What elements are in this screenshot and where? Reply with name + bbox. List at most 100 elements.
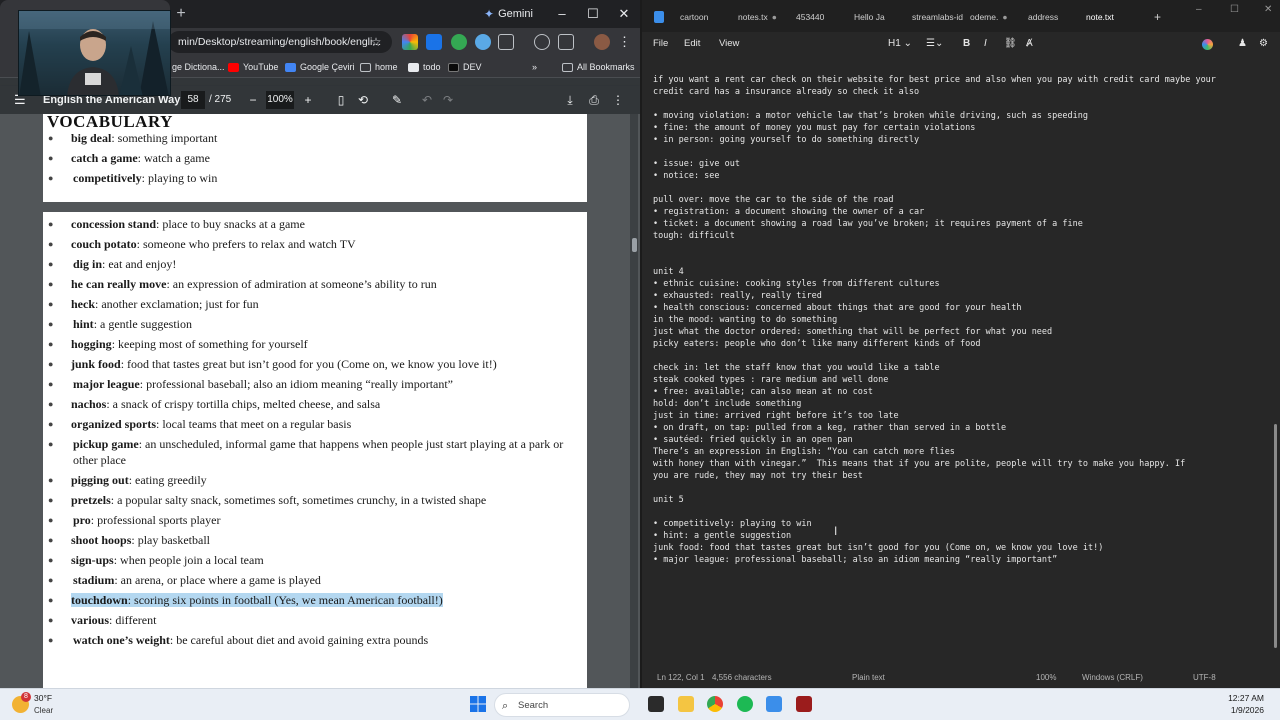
bookmark-star-icon[interactable]: ☆: [366, 32, 386, 52]
vocabulary-definition: : an expression of admiration at someone…: [166, 277, 437, 291]
chrome-close-button[interactable]: ✕: [614, 4, 634, 24]
tab-address[interactable]: address: [1028, 9, 1058, 25]
close-tab-icon[interactable]: ●: [1002, 12, 1007, 22]
undo-icon[interactable]: ↶: [418, 91, 436, 109]
side-panel-icon[interactable]: [558, 34, 574, 50]
bookmark-google-translate[interactable]: Google Çeviri: [285, 59, 355, 75]
bullet-icon: ●: [48, 615, 54, 625]
bullet-icon: ●: [48, 575, 54, 585]
puzzle-extensions-icon[interactable]: [498, 34, 514, 50]
folder-icon: [562, 62, 573, 72]
spotify-icon[interactable]: [737, 696, 753, 712]
settings-gear-icon[interactable]: ⚙: [1259, 36, 1268, 52]
zoom-in-button[interactable]: +: [299, 91, 317, 109]
print-icon[interactable]: ⎙: [585, 91, 603, 109]
chevron-down-icon: ⌄: [903, 38, 912, 49]
taskbar-search-box[interactable]: ⌕ Search: [494, 693, 630, 717]
text-line: unit 5: [653, 495, 684, 505]
extension-icon[interactable]: [402, 34, 418, 50]
menu-file[interactable]: File: [653, 36, 668, 52]
notepad-minimize-button[interactable]: –: [1196, 4, 1202, 16]
notepad-status-bar: Ln 122, Col 1 4,556 characters Plain tex…: [642, 668, 1280, 688]
chrome-menu-icon[interactable]: ⋮: [618, 33, 631, 51]
text-line: picky eaters: people who don’t like many…: [653, 339, 981, 349]
tab-odeme[interactable]: odeme. ●: [970, 9, 1008, 25]
more-options-icon[interactable]: ⋮: [609, 91, 627, 109]
new-tab-button[interactable]: +: [172, 5, 190, 23]
text-line: hold: don’t include something: [653, 399, 802, 409]
vocabulary-term: nachos: [71, 397, 107, 411]
extension-icon[interactable]: [475, 34, 491, 50]
rotate-icon[interactable]: ⟲: [354, 91, 372, 109]
weather-condition[interactable]: Clear: [34, 705, 53, 716]
page-number-input[interactable]: 58: [181, 91, 205, 109]
vocabulary-definition: : place to buy snacks at a game: [156, 217, 305, 231]
bullet-icon: ●: [48, 419, 54, 429]
streamer-person-image: [67, 29, 119, 95]
all-bookmarks-button[interactable]: All Bookmarks: [562, 59, 635, 75]
zoom-level-input[interactable]: 100%: [266, 91, 294, 109]
italic-button[interactable]: I: [984, 36, 987, 52]
bookmark-dev[interactable]: DEV: [448, 59, 482, 75]
add-tab-button[interactable]: +: [1154, 9, 1161, 25]
notepad-maximize-button[interactable]: ☐: [1230, 4, 1239, 16]
download-icon[interactable]: ⤓: [561, 91, 579, 109]
bookmark-youtube[interactable]: YouTube: [228, 59, 278, 75]
redo-icon[interactable]: ↷: [439, 91, 457, 109]
bookmark-dictionary[interactable]: ge Dictiona...: [172, 59, 225, 75]
bookmark-todo[interactable]: todo: [408, 59, 441, 75]
profile-avatar[interactable]: [594, 34, 610, 50]
chrome-minimize-button[interactable]: –: [552, 4, 572, 24]
vocabulary-item: ● hint: a gentle suggestion: [43, 316, 587, 332]
bullet-icon: ●: [48, 153, 54, 163]
tab-453440[interactable]: 453440: [796, 9, 824, 25]
chrome-maximize-button[interactable]: ☐: [583, 4, 603, 24]
pdf-scrollbar[interactable]: [630, 114, 638, 688]
vocabulary-item: ● hogging: keeping most of something for …: [43, 336, 587, 352]
tab-hello[interactable]: Hello Ja: [854, 9, 885, 25]
gemini-icon: ✦: [484, 7, 495, 21]
tab-cartoon[interactable]: cartoon: [680, 9, 708, 25]
shield-extension-icon[interactable]: [451, 34, 467, 50]
zoom-out-button[interactable]: −: [244, 91, 262, 109]
tab-streamlabs[interactable]: streamlabs-id: [912, 9, 963, 25]
task-view-icon[interactable]: [648, 696, 664, 712]
menu-edit[interactable]: Edit: [684, 36, 700, 52]
list-dropdown-icon[interactable]: ☰⌄: [926, 36, 943, 52]
windows-start-icon[interactable]: [470, 696, 486, 712]
tab-note-active[interactable]: note.txt: [1086, 9, 1114, 25]
clock-date[interactable]: 1/9/2026: [1216, 705, 1264, 716]
file-explorer-icon[interactable]: [678, 696, 694, 712]
notepad-close-button[interactable]: ✕: [1264, 4, 1272, 16]
annotate-pen-icon[interactable]: ✎: [388, 91, 406, 109]
text-line: • moving violation: a motor vehicle law …: [653, 111, 1088, 121]
notepad-icon[interactable]: [766, 696, 782, 712]
tab-notes[interactable]: notes.tx ●: [738, 9, 777, 25]
close-tab-icon[interactable]: ●: [772, 12, 777, 22]
clock-time[interactable]: 12:27 AM: [1216, 693, 1264, 704]
gemini-button[interactable]: ✦ Gemini: [484, 6, 533, 22]
notification-badge: 8: [21, 692, 31, 702]
link-icon[interactable]: ⛓: [1004, 36, 1017, 52]
streaming-app-icon[interactable]: [796, 696, 812, 712]
bookmarks-overflow-chevron-icon[interactable]: »: [532, 59, 537, 75]
heading-dropdown[interactable]: H1 ⌄: [888, 36, 912, 52]
vocabulary-term: catch a game: [71, 151, 138, 165]
pdf-scrollbar-thumb[interactable]: [632, 238, 637, 252]
menu-view[interactable]: View: [719, 36, 739, 52]
bookmark-home[interactable]: home: [360, 59, 398, 75]
account-icon[interactable]: ♟: [1238, 36, 1247, 52]
clear-formatting-icon[interactable]: Ⱥ: [1026, 36, 1033, 52]
bold-button[interactable]: B: [963, 36, 970, 52]
extension-icon[interactable]: [426, 34, 442, 50]
chrome-icon[interactable]: [707, 696, 723, 712]
reading-list-icon[interactable]: [534, 34, 550, 50]
copilot-icon[interactable]: [1202, 39, 1213, 50]
address-bar[interactable]: min/Desktop/streaming/english/book/engli…: [168, 31, 392, 53]
bullet-icon: ●: [48, 339, 54, 349]
fit-page-icon[interactable]: ▯: [332, 91, 350, 109]
pdf-viewport[interactable]: VOCABULARY ● big deal: something importan…: [0, 114, 640, 688]
weather-temperature[interactable]: 30°F: [34, 693, 52, 704]
notepad-scrollbar-thumb[interactable]: [1274, 424, 1277, 648]
notepad-text-area[interactable]: if you want a rent car check on their we…: [653, 74, 1273, 566]
